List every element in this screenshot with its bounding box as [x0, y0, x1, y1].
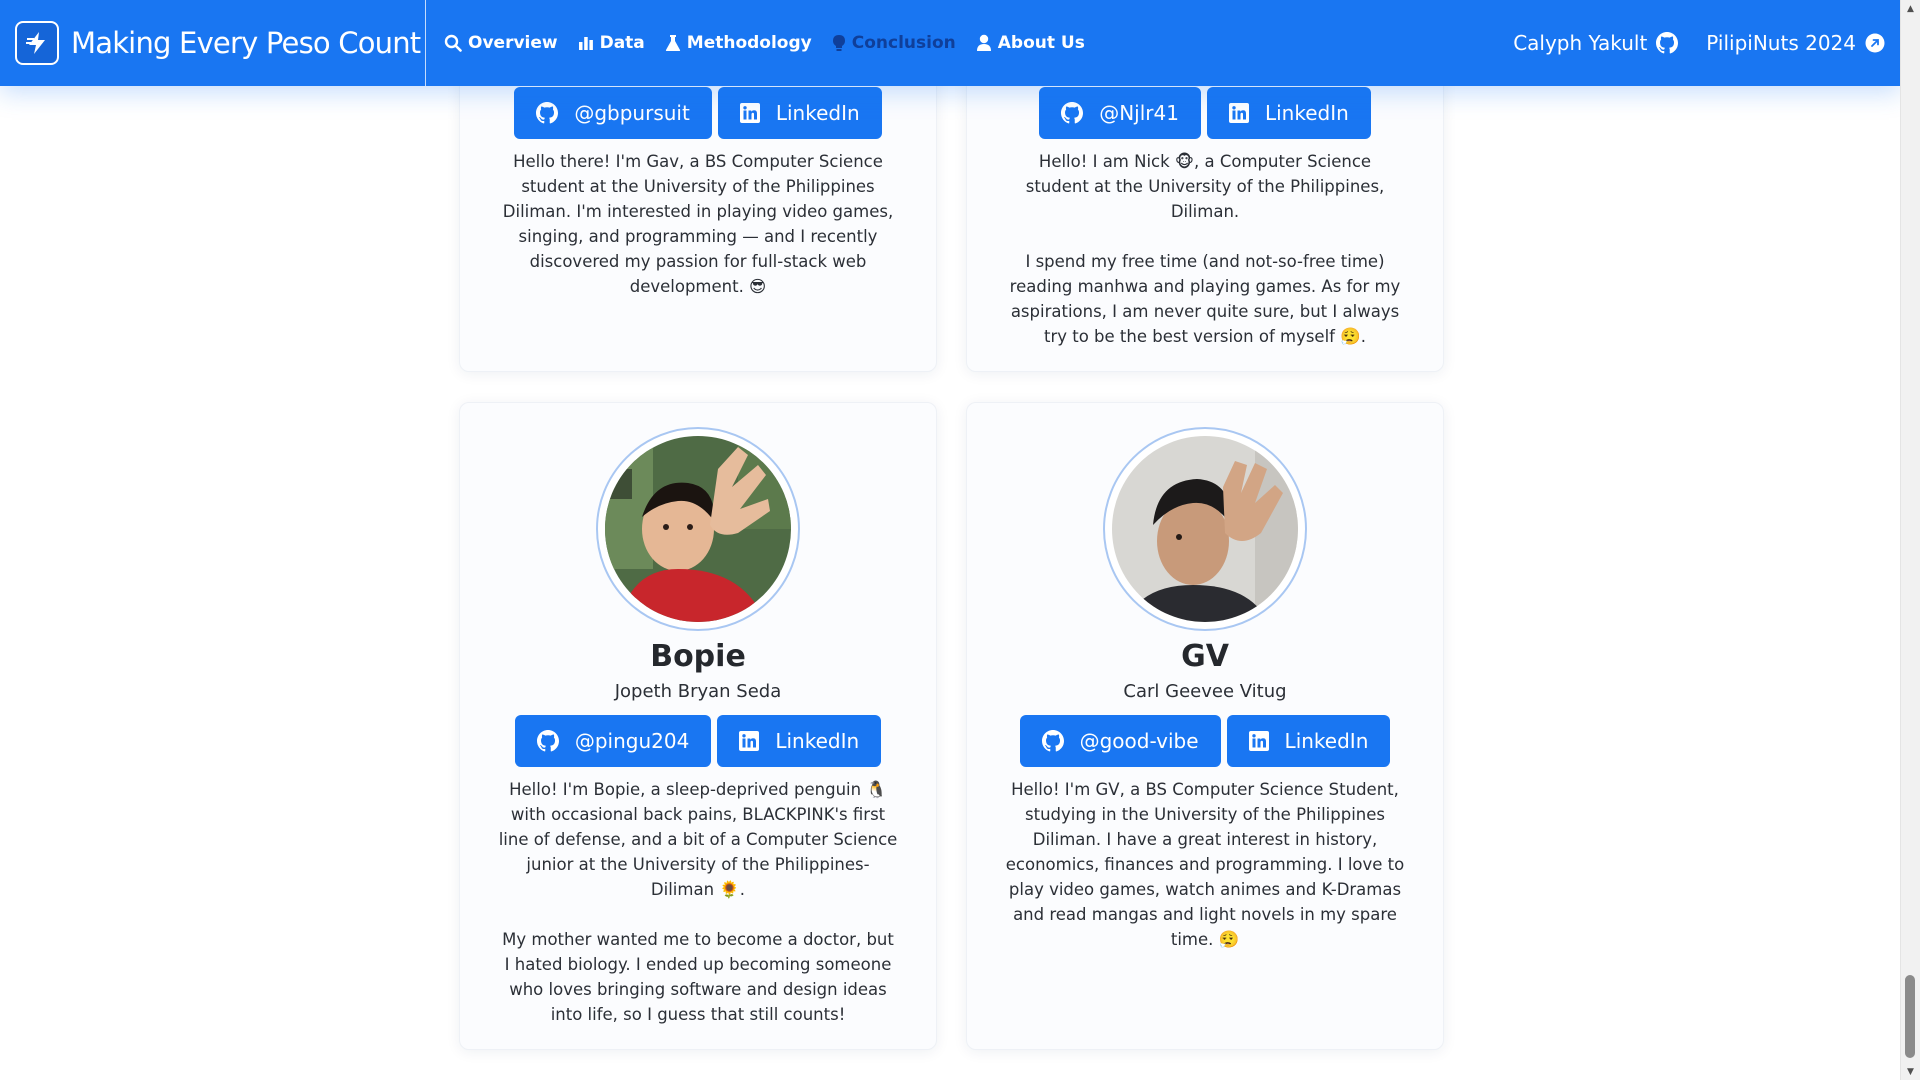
bar-chart-icon [578, 37, 593, 50]
member-card-bopie: Bopie Jopeth Bryan Seda @pingu204 Linked… [459, 402, 937, 1050]
pilipinuts-link[interactable]: PilipiNuts 2024 [1706, 31, 1885, 55]
nav-label: Conclusion [851, 33, 956, 53]
github-handle: @good-vibe [1079, 729, 1199, 753]
member-links: @pingu204 LinkedIn [460, 715, 936, 767]
github-icon [536, 730, 559, 752]
member-card-gv: GV Carl Geevee Vitug @good-vibe LinkedIn… [966, 402, 1444, 1050]
github-button[interactable]: @gbpursuit [514, 87, 712, 139]
linkedin-label: LinkedIn [775, 101, 860, 125]
linkedin-label: LinkedIn [1284, 729, 1369, 753]
github-icon [1061, 102, 1084, 124]
app-logo-icon [15, 21, 59, 65]
main-nav: Overview Data Methodology Conclusion Abo… [444, 0, 1105, 86]
person-icon [976, 34, 991, 51]
nav-label: About Us [997, 33, 1085, 53]
member-fullname: Jopeth Bryan Seda [614, 681, 782, 702]
linkedin-button[interactable]: LinkedIn [717, 87, 882, 139]
nav-label: Overview [468, 33, 558, 53]
nav-methodology[interactable]: Methodology [665, 33, 812, 53]
nav-label: Methodology [686, 33, 812, 53]
flask-icon [665, 35, 680, 51]
linkedin-icon [1228, 103, 1249, 123]
calyph-yakult-link[interactable]: Calyph Yakult [1513, 31, 1679, 55]
member-nickname: Bopie [650, 639, 746, 674]
top-navbar: Making Every Peso Count Overview Data Me… [0, 0, 1901, 86]
github-button[interactable]: @pingu204 [514, 715, 712, 767]
linkedin-icon [739, 103, 760, 123]
github-handle: @Njlr41 [1099, 101, 1179, 125]
app-title: Making Every Peso Count [71, 26, 421, 60]
linkedin-button[interactable]: LinkedIn [1226, 715, 1391, 767]
github-button[interactable]: @Njlr41 [1039, 87, 1201, 139]
linkedin-button[interactable]: LinkedIn [717, 715, 882, 767]
bio-paragraph: I spend my free time (and not-so-free ti… [1009, 252, 1401, 346]
bio-paragraph: Hello there! I'm Gav, a BS Computer Scie… [502, 152, 894, 296]
avatar-photo [599, 430, 797, 628]
nav-overview[interactable]: Overview [444, 33, 558, 53]
member-links: @gbpursuit LinkedIn [460, 87, 936, 139]
nav-label: Data [599, 33, 645, 53]
scroll-up-arrow-icon[interactable]: ▲ [1901, 0, 1920, 17]
member-links: @Njlr41 LinkedIn [967, 87, 1443, 139]
linkedin-icon [1248, 731, 1269, 751]
nav-external-links: Calyph Yakult PilipiNuts 2024 [1485, 0, 1885, 86]
avatar [1103, 427, 1307, 631]
linkedin-label: LinkedIn [775, 729, 860, 753]
github-icon [536, 102, 559, 124]
scrollbar-thumb[interactable] [1905, 975, 1915, 1058]
nav-conclusion[interactable]: Conclusion [832, 33, 956, 53]
member-fullname: Carl Geevee Vitug [1123, 681, 1287, 702]
about-us-section: @gbpursuit LinkedIn Hello there! I'm Gav… [0, 0, 1901, 1080]
nav-data[interactable]: Data [578, 33, 645, 53]
search-icon [444, 34, 462, 52]
avatar-photo [1106, 430, 1304, 628]
bio-paragraph: Hello! I am Nick 🐵, a Computer Science s… [1025, 152, 1385, 221]
scroll-down-arrow-icon[interactable]: ▼ [1901, 1063, 1920, 1080]
external-link-icon [1865, 33, 1885, 53]
page-scrollbar[interactable]: ▲ ▼ [1900, 0, 1920, 1080]
linkedin-label: LinkedIn [1264, 101, 1349, 125]
nav-about-us[interactable]: About Us [976, 33, 1085, 53]
lightbulb-icon [832, 35, 845, 51]
linkedin-icon [739, 731, 760, 751]
member-bio: Hello! I am Nick 🐵, a Computer Science s… [1005, 149, 1405, 349]
member-links: @good-vibe LinkedIn [967, 715, 1443, 767]
github-icon [1041, 730, 1064, 752]
bio-paragraph: My mother wanted me to become a doctor, … [502, 930, 894, 1024]
github-button[interactable]: @good-vibe [1019, 715, 1221, 767]
github-handle: @gbpursuit [574, 101, 690, 125]
nav-right-label: PilipiNuts 2024 [1706, 31, 1856, 55]
member-bio: Hello there! I'm Gav, a BS Computer Scie… [498, 149, 898, 299]
member-nickname: GV [1181, 639, 1229, 674]
member-bio: Hello! I'm Bopie, a sleep-deprived pengu… [498, 777, 898, 1027]
github-icon [1656, 32, 1679, 54]
linkedin-button[interactable]: LinkedIn [1206, 87, 1371, 139]
member-bio: Hello! I'm GV, a BS Computer Science Stu… [1005, 777, 1405, 952]
brand-home-link[interactable]: Making Every Peso Count [0, 0, 426, 86]
github-handle: @pingu204 [574, 729, 690, 753]
bio-paragraph: Hello! I'm Bopie, a sleep-deprived pengu… [498, 780, 898, 899]
avatar [596, 427, 800, 631]
bio-paragraph: Hello! I'm GV, a BS Computer Science Stu… [1005, 780, 1405, 949]
nav-right-label: Calyph Yakult [1513, 31, 1648, 55]
